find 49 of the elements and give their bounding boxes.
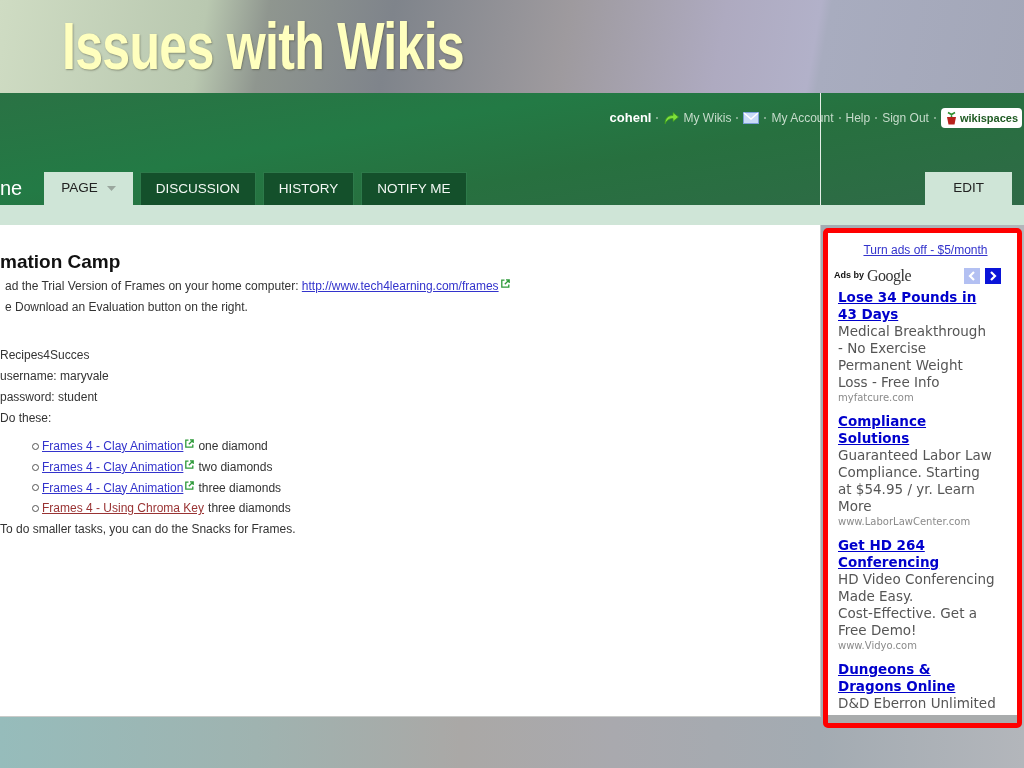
ad-title-link[interactable]: Dungeons & Dragons Online	[838, 661, 956, 695]
info-text: password: student	[0, 389, 98, 406]
mail-icon[interactable]	[743, 112, 760, 124]
tab[interactable]: PAGE	[44, 172, 133, 205]
logo-link[interactable]: wikispaces	[940, 108, 1022, 128]
tab[interactable]: HISTORY	[262, 172, 355, 205]
nav-link[interactable]: Help	[845, 109, 871, 127]
ad-description: HD Video Conferencing Made Easy. Cost-Effective. Get a Free Demo!	[838, 571, 995, 639]
tab[interactable]: NOTIFY ME	[361, 172, 467, 205]
link[interactable]: Frames 4 - Clay Animation	[42, 480, 184, 495]
google-text: Google	[867, 266, 912, 287]
tab[interactable]: DISCUSSION	[139, 172, 256, 205]
curved-arrow-icon[interactable]	[663, 111, 680, 125]
task-note: two diamonds	[198, 459, 273, 477]
info-text: Recipes4Succes	[0, 347, 90, 364]
ad-url: myfatcure.com	[838, 391, 914, 405]
page-heading: mation Camp	[0, 251, 122, 273]
footer-text: To do smaller tasks, you can do the Snacks for Frames.	[0, 520, 296, 538]
ad-url: www.LaborLawCenter.com	[838, 515, 971, 529]
ad-title-link[interactable]: Lose 34 Pounds in 43 Days	[838, 289, 977, 323]
ads-by-text: Ads by	[834, 269, 864, 283]
link[interactable]: Frames 4 - Clay Animation	[42, 460, 184, 475]
ad-description: Medical Breakthrough - No Exercise Permanent Weight Loss - Free Info	[838, 323, 986, 391]
nav-link[interactable]: Sign Out	[882, 109, 929, 127]
paragraph-text: ad the Trial Version of Frames on your home computer: http://www.tech4learning.com/frames	[0, 276, 510, 297]
nav-link[interactable]: My Wikis	[683, 109, 732, 127]
ad-title-link[interactable]: Get HD 264 Conferencing	[838, 537, 940, 571]
ad-description: D&D Eberron Unlimited	[838, 695, 996, 712]
username-link[interactable]: cohenl	[609, 108, 652, 128]
ad-description: Guaranteed Labor Law Compliance. Starting at $54.95 / yr. Learn More	[838, 447, 992, 515]
info-text: Do these:	[0, 410, 52, 427]
link[interactable]: http://www.tech4learning.com/frames	[301, 279, 499, 293]
info-text: username: maryvale	[0, 368, 109, 385]
chevron-right-icon	[989, 271, 997, 281]
edit-button[interactable]: EDIT	[925, 172, 1012, 205]
next-ads-button[interactable]	[985, 268, 1001, 284]
task-note: three diamonds	[208, 500, 291, 518]
turn-ads-off-link[interactable]: Turn ads off - $5/month	[863, 243, 988, 257]
link[interactable]: Frames 4 - Using Chroma Key	[42, 501, 205, 516]
task-note: three diamonds	[198, 479, 282, 497]
potted-plant-icon	[945, 111, 957, 125]
slide-title: Issues with Wikis	[62, 13, 464, 79]
paragraph-text: e Download an Evaluation button on the right.	[4, 299, 248, 316]
ad-title-link[interactable]: Compliance Solutions	[838, 413, 927, 447]
chevron-left-icon	[968, 271, 976, 281]
page-name-text: ne	[0, 176, 23, 201]
task-note: one diamond	[198, 438, 268, 456]
ad-url: www.Vidyo.com	[838, 639, 917, 653]
link[interactable]: Frames 4 - Clay Animation	[42, 439, 184, 454]
